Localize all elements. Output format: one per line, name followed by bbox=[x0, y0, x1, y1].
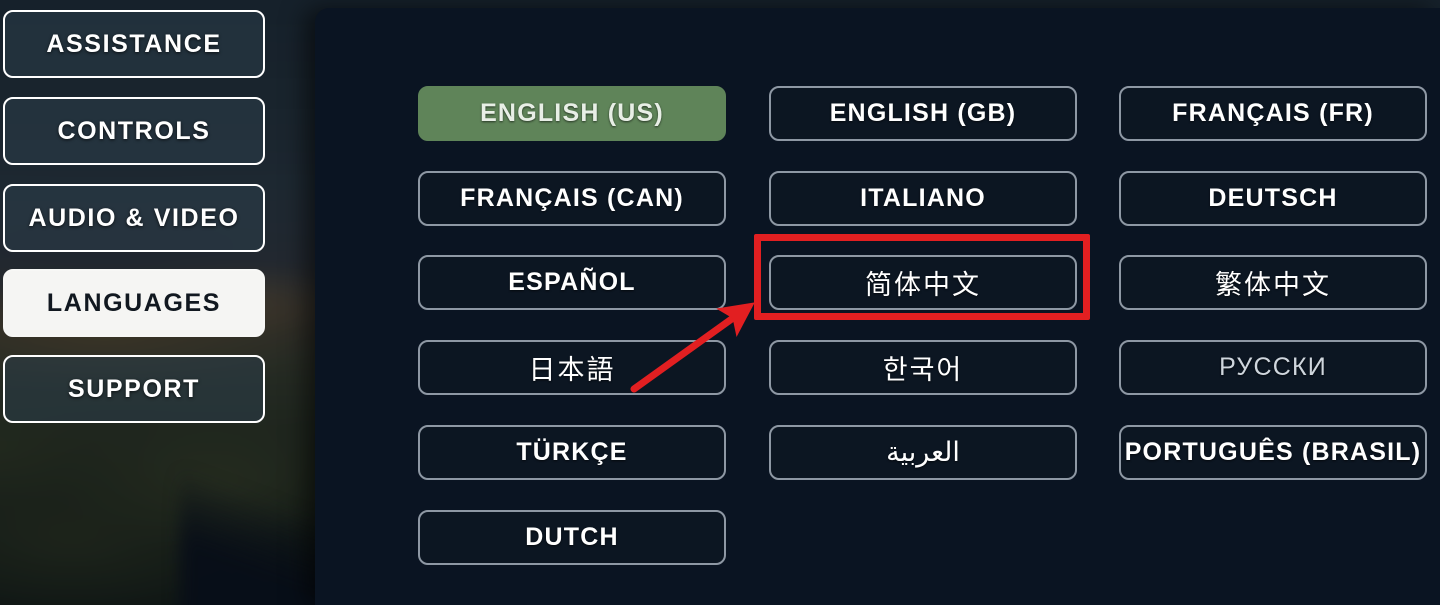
language-option-portugues-brasil[interactable]: PORTUGUÊS (BRASIL) bbox=[1119, 425, 1427, 480]
language-option-arabic[interactable]: العربية bbox=[769, 425, 1077, 480]
language-option-francais-can[interactable]: FRANÇAIS (CAN) bbox=[418, 171, 726, 226]
sidebar-item-label: LANGUAGES bbox=[46, 288, 222, 317]
language-option-label: ENGLISH (US) bbox=[480, 99, 664, 127]
language-option-label: 简体中文 bbox=[865, 270, 981, 300]
sidebar-item-assistance[interactable]: ASSISTANCE bbox=[3, 10, 265, 78]
language-option-deutsch[interactable]: DEUTSCH bbox=[1119, 171, 1427, 226]
language-option-label: العربية bbox=[886, 437, 960, 467]
language-option-chinese-traditional[interactable]: 繁体中文 bbox=[1119, 255, 1427, 310]
sidebar-item-label: SUPPORT bbox=[67, 374, 201, 403]
language-option-label: 한국어 bbox=[882, 355, 964, 385]
language-option-japanese[interactable]: 日本語 bbox=[418, 340, 726, 395]
sidebar-item-label: AUDIO & VIDEO bbox=[28, 203, 240, 232]
language-option-italiano[interactable]: ITALIANO bbox=[769, 171, 1077, 226]
sidebar-item-controls[interactable]: CONTROLS bbox=[3, 97, 265, 165]
language-option-dutch[interactable]: DUTCH bbox=[418, 510, 726, 565]
language-option-label: ENGLISH (GB) bbox=[829, 99, 1017, 127]
settings-screen: ASSISTANCE CONTROLS AUDIO & VIDEO LANGUA… bbox=[0, 0, 1440, 605]
sidebar-item-support[interactable]: SUPPORT bbox=[3, 355, 265, 423]
language-option-label: PORTUGUÊS (BRASIL) bbox=[1124, 438, 1422, 466]
language-option-chinese-simplified[interactable]: 简体中文 bbox=[769, 255, 1077, 310]
language-grid: ENGLISH (US) FRANÇAIS (CAN) ESPAÑOL 日本語 … bbox=[418, 78, 1428, 578]
language-option-label: РУССКИ bbox=[1219, 353, 1327, 381]
language-option-label: TÜRKÇE bbox=[516, 438, 628, 466]
sidebar-item-languages[interactable]: LANGUAGES bbox=[3, 269, 265, 337]
language-option-francais-fr[interactable]: FRANÇAIS (FR) bbox=[1119, 86, 1427, 141]
language-option-turkce[interactable]: TÜRKÇE bbox=[418, 425, 726, 480]
settings-category-sidebar: ASSISTANCE CONTROLS AUDIO & VIDEO LANGUA… bbox=[3, 0, 265, 605]
sidebar-item-label: ASSISTANCE bbox=[46, 29, 222, 58]
language-option-label: 繁体中文 bbox=[1215, 270, 1331, 300]
language-option-label: ESPAÑOL bbox=[508, 268, 636, 296]
sidebar-item-label: CONTROLS bbox=[57, 116, 211, 145]
language-option-label: FRANÇAIS (FR) bbox=[1172, 99, 1374, 127]
sidebar-item-audio-video[interactable]: AUDIO & VIDEO bbox=[3, 184, 265, 252]
language-option-label: 日本語 bbox=[528, 355, 616, 385]
language-option-english-gb[interactable]: ENGLISH (GB) bbox=[769, 86, 1077, 141]
language-option-russian[interactable]: РУССКИ bbox=[1119, 340, 1427, 395]
language-option-label: DUTCH bbox=[525, 523, 619, 551]
language-option-espanol[interactable]: ESPAÑOL bbox=[418, 255, 726, 310]
language-option-label: FRANÇAIS (CAN) bbox=[460, 184, 684, 212]
language-option-label: ITALIANO bbox=[860, 184, 986, 212]
language-option-english-us[interactable]: ENGLISH (US) bbox=[418, 86, 726, 141]
languages-panel: ENGLISH (US) FRANÇAIS (CAN) ESPAÑOL 日本語 … bbox=[315, 8, 1440, 605]
language-option-label: DEUTSCH bbox=[1208, 184, 1338, 212]
language-option-korean[interactable]: 한국어 bbox=[769, 340, 1077, 395]
